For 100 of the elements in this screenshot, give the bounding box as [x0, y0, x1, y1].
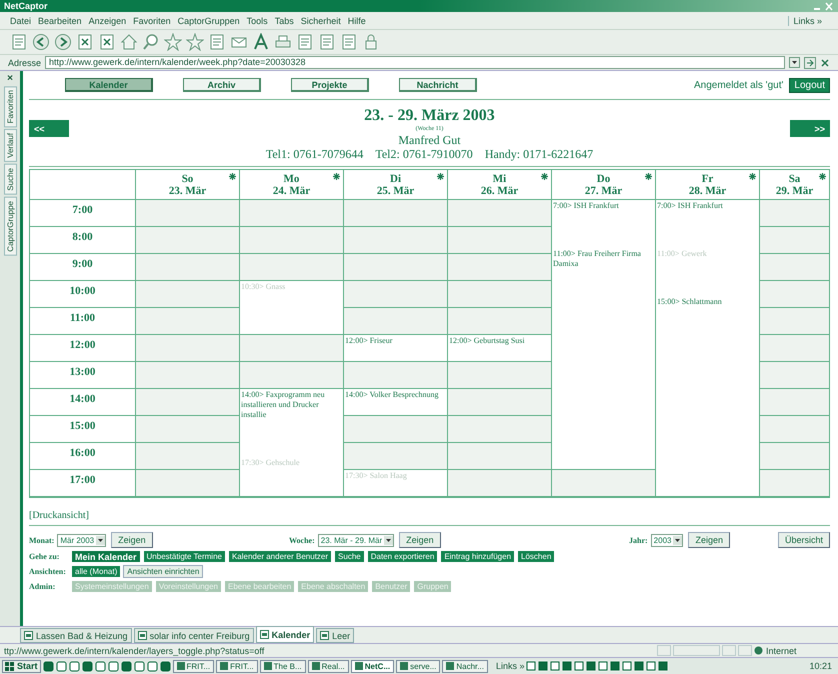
action-button[interactable]: alle (Monat)	[71, 565, 122, 578]
links-button[interactable]: Links »	[788, 16, 822, 26]
event-slot[interactable]: 12:00> Friseur	[343, 335, 447, 362]
app-icon[interactable]	[42, 660, 54, 672]
select-field[interactable]: 2003	[650, 534, 684, 546]
star-icon[interactable]	[186, 33, 204, 51]
page-tab[interactable]: Lassen Bad & Heizung	[20, 628, 132, 643]
dropdown-icon[interactable]	[384, 536, 394, 544]
next-week-button[interactable]: >>	[790, 120, 830, 137]
star-icon[interactable]	[164, 33, 182, 51]
action-button[interactable]: Löschen	[517, 550, 556, 563]
empty-slot[interactable]	[759, 281, 829, 308]
previous-week-button[interactable]: <<	[29, 120, 69, 137]
dropdown-icon[interactable]	[96, 536, 106, 544]
event-entry[interactable]: 14:00> Faxprogramm neu installieren und Drucker installie	[241, 390, 342, 420]
menu-item[interactable]: Tools	[246, 16, 268, 26]
empty-slot[interactable]	[759, 389, 829, 416]
event-entry[interactable]: 7:00> ISH Frankfurt	[657, 201, 723, 211]
dropdown-icon[interactable]	[673, 536, 682, 544]
font-icon[interactable]	[252, 33, 270, 51]
asterisk-icon[interactable]	[229, 173, 236, 180]
event-entry[interactable]: 12:00> Friseur	[345, 336, 392, 346]
menu-item[interactable]: Favoriten	[133, 16, 171, 26]
close-button[interactable]: ×	[7, 73, 13, 84]
app-icon[interactable]	[82, 660, 93, 672]
asterisk-icon[interactable]	[437, 173, 444, 180]
empty-slot[interactable]	[135, 470, 239, 497]
overview-button[interactable]: Übersicht	[778, 532, 830, 548]
print-view-link[interactable]: [Druckansicht]	[29, 510, 830, 526]
empty-slot[interactable]	[135, 389, 239, 416]
app-icon[interactable]	[146, 660, 158, 672]
menu-item[interactable]: Datei	[10, 16, 32, 26]
sidebar-tab[interactable]: Favoriten	[4, 86, 16, 128]
tray-icon[interactable]	[550, 661, 560, 671]
action-button[interactable]: Suche	[334, 550, 365, 563]
page-tab[interactable]: Kalender	[256, 626, 314, 643]
app-icon[interactable]	[160, 660, 171, 672]
taskbar-button[interactable]: FRIT...	[216, 660, 258, 672]
sidebar-tab[interactable]: CaptorGruppe	[4, 196, 16, 256]
tray-icon[interactable]	[610, 661, 620, 671]
go-icon[interactable]	[804, 56, 816, 68]
close-icon[interactable]	[820, 58, 830, 68]
menu-item[interactable]: Sicherheit	[300, 16, 341, 26]
nav-button[interactable]: Kalender	[65, 78, 153, 92]
event-entry[interactable]: 11:00> Frau Freiherr Firma Damixa	[553, 249, 654, 269]
event-entry[interactable]: 7:00> ISH Frankfurt	[553, 201, 619, 211]
event-slot[interactable]: 7:00> ISH Frankfurt 11:00> Frau Freiherr Firma Damixa	[551, 200, 655, 470]
empty-slot[interactable]	[759, 335, 829, 362]
tray-icon[interactable]	[538, 661, 548, 671]
asterisk-icon[interactable]	[819, 173, 826, 180]
event-entry[interactable]: 14:00> Volker Besprechnung	[345, 390, 439, 400]
dropdown-icon[interactable]	[789, 57, 800, 68]
asterisk-icon[interactable]	[333, 173, 340, 180]
empty-slot[interactable]	[759, 200, 829, 227]
menu-item[interactable]: Anzeigen	[88, 16, 126, 26]
empty-slot[interactable]	[135, 308, 239, 335]
stop-icon[interactable]	[76, 33, 94, 51]
app-icon[interactable]	[120, 660, 132, 672]
event-slot[interactable]: 14:00> Volker Besprechnung	[343, 389, 447, 416]
nav-button[interactable]: Nachricht	[399, 78, 477, 92]
action-button[interactable]: Unbestätigte Termine	[142, 550, 226, 563]
tray-icon[interactable]	[598, 661, 608, 671]
empty-slot[interactable]	[759, 227, 829, 254]
list-icon[interactable]	[208, 33, 226, 51]
taskbar-button[interactable]: serve...	[396, 660, 440, 672]
empty-slot[interactable]	[759, 362, 829, 389]
menu-item[interactable]: CaptorGruppen	[178, 16, 240, 26]
app-icon[interactable]	[94, 660, 106, 672]
empty-slot[interactable]	[135, 443, 239, 470]
event-slot[interactable]: 7:00> ISH Frankfurt 11:00> Gewerk 15:00> Schlattmann	[655, 200, 759, 497]
logout-button[interactable]: Logout	[789, 78, 830, 92]
page-icon[interactable]	[318, 33, 336, 51]
action-button[interactable]: Ansichten einrichten	[123, 565, 204, 578]
app-icon[interactable]	[134, 660, 145, 672]
tray-icon[interactable]	[586, 661, 596, 671]
event-entry[interactable]: 12:00> Geburtstag Susi	[449, 336, 525, 346]
menu-item[interactable]: Hilfe	[348, 16, 366, 26]
empty-slot[interactable]	[759, 443, 829, 470]
tray-icon[interactable]	[526, 661, 536, 671]
select-field[interactable]: Mär 2003	[57, 534, 106, 546]
search-icon[interactable]	[142, 33, 160, 51]
sidebar-tab[interactable]: Suche	[4, 164, 16, 195]
app-icon[interactable]	[68, 660, 80, 672]
taskbar-button[interactable]: NetC...	[350, 660, 394, 672]
empty-slot[interactable]	[759, 254, 829, 281]
empty-slot[interactable]	[135, 416, 239, 443]
taskbar-button[interactable]: Nachr...	[442, 660, 488, 672]
event-entry[interactable]: 15:00> Schlattmann	[657, 297, 722, 307]
action-button[interactable]: Mein Kalender	[71, 550, 141, 563]
tray-icon[interactable]	[646, 661, 656, 671]
nav-button[interactable]: Projekte	[291, 78, 369, 92]
event-slot[interactable]: 12:00> Geburtstag Susi	[447, 335, 551, 362]
event-slot[interactable]: 14:00> Faxprogramm neu installieren und Drucker installie 17:30> Gehschule	[239, 389, 343, 497]
page-tab[interactable]: Leer	[316, 628, 354, 643]
show-button[interactable]: Zeigen	[111, 532, 153, 548]
menu-item[interactable]: Tabs	[274, 16, 294, 26]
nav-button[interactable]: Archiv	[183, 78, 261, 92]
sidebar-tab[interactable]: Verlauf	[4, 129, 16, 162]
action-button[interactable]: Eintrag hinzufügen	[440, 550, 516, 563]
start-button[interactable]: Start	[2, 660, 41, 672]
